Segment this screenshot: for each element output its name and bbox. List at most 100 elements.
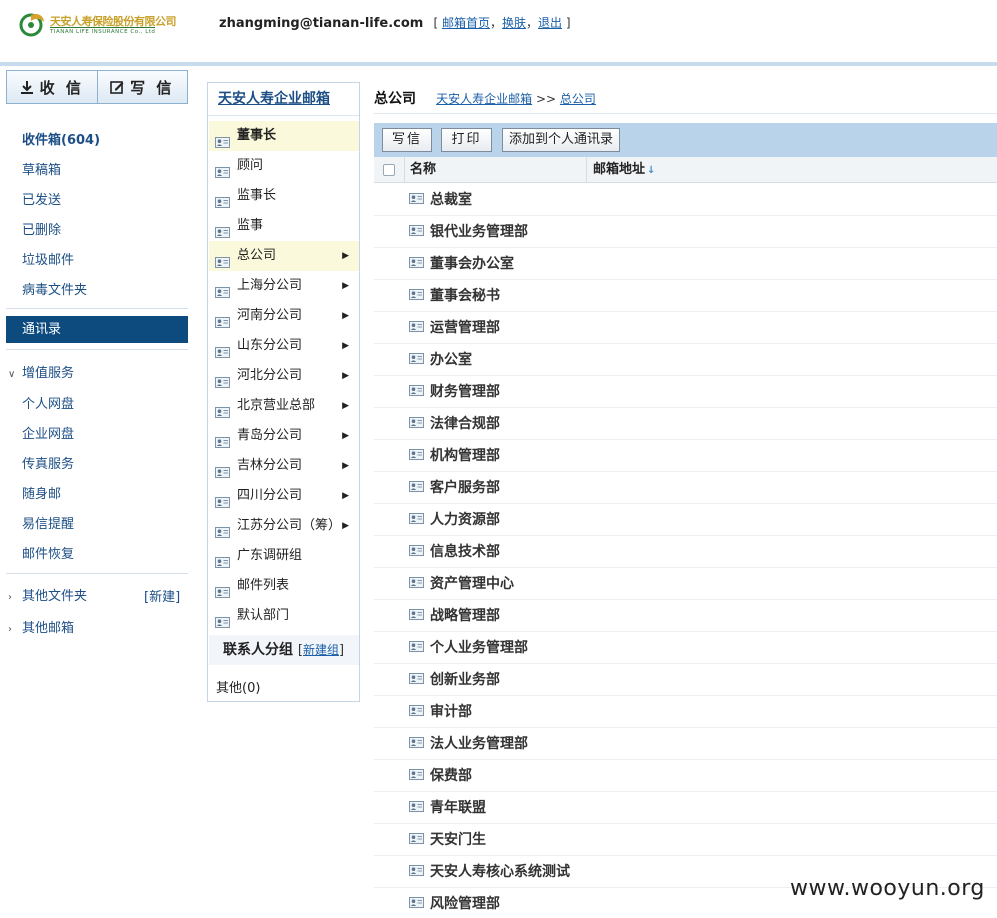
write-button[interactable]: 写信 bbox=[382, 128, 432, 152]
expand-arrow-icon[interactable]: ▶ bbox=[342, 451, 349, 481]
org-tree-item[interactable]: 邮件列表 bbox=[209, 571, 359, 601]
table-row[interactable]: 运营管理部 bbox=[374, 312, 997, 344]
new-group-link[interactable]: 新建组 bbox=[303, 643, 339, 657]
table-row[interactable]: 个人业务管理部 bbox=[374, 632, 997, 664]
service-fax[interactable]: 传真服务 bbox=[22, 453, 74, 472]
service-mobile-mail[interactable]: 随身邮 bbox=[22, 483, 61, 502]
group-other[interactable]: 其他(0) bbox=[216, 677, 260, 696]
print-button[interactable]: 打印 bbox=[441, 128, 492, 152]
service-enterprise-disk[interactable]: 企业网盘 bbox=[22, 423, 74, 442]
department-name[interactable]: 人力资源部 bbox=[430, 504, 500, 536]
company-logo[interactable]: 天安人寿保险股份有限公司 TIANAN LIFE INSURANCE Co., … bbox=[18, 10, 177, 38]
org-tree-item[interactable]: 广东调研组 bbox=[209, 541, 359, 571]
org-tree-item[interactable]: 上海分公司 ▶ bbox=[209, 271, 359, 301]
department-name[interactable]: 董事会办公室 bbox=[430, 248, 514, 280]
expand-arrow-icon[interactable]: ▶ bbox=[342, 511, 349, 541]
select-all-checkbox[interactable] bbox=[383, 164, 395, 176]
column-header-name[interactable]: 名称 bbox=[404, 157, 586, 183]
org-tree-item[interactable]: 默认部门 bbox=[209, 601, 359, 631]
table-row[interactable]: 青年联盟 bbox=[374, 792, 997, 824]
expand-arrow-icon[interactable]: ▶ bbox=[342, 271, 349, 301]
department-name[interactable]: 运营管理部 bbox=[430, 312, 500, 344]
value-added-toggle[interactable]: ∨ 增值服务 bbox=[8, 362, 74, 381]
department-name[interactable]: 青年联盟 bbox=[430, 792, 486, 824]
table-row[interactable]: 天安门生 bbox=[374, 824, 997, 856]
folder-deleted[interactable]: 已删除 bbox=[22, 219, 61, 238]
department-name[interactable]: 保费部 bbox=[430, 760, 472, 792]
department-name[interactable]: 法律合规部 bbox=[430, 408, 500, 440]
table-row[interactable]: 机构管理部 bbox=[374, 440, 997, 472]
department-name[interactable]: 总裁室 bbox=[430, 184, 472, 216]
table-row[interactable]: 审计部 bbox=[374, 696, 997, 728]
add-to-personal-contacts-button[interactable]: 添加到个人通讯录 bbox=[502, 128, 620, 152]
table-row[interactable]: 总裁室 bbox=[374, 184, 997, 216]
other-mailboxes-toggle[interactable]: › 其他邮箱 bbox=[8, 617, 74, 636]
table-row[interactable]: 董事会办公室 bbox=[374, 248, 997, 280]
service-mail-restore[interactable]: 邮件恢复 bbox=[22, 543, 74, 562]
org-tree-item[interactable]: 北京营业总部 ▶ bbox=[209, 391, 359, 421]
org-tree-item[interactable]: 四川分公司 ▶ bbox=[209, 481, 359, 511]
org-tree-item[interactable]: 江苏分公司（筹） ▶ bbox=[209, 511, 359, 541]
table-row[interactable]: 董事会秘书 bbox=[374, 280, 997, 312]
expand-arrow-icon[interactable]: ▶ bbox=[342, 301, 349, 331]
department-name[interactable]: 信息技术部 bbox=[430, 536, 500, 568]
breadcrumb-root-link[interactable]: 天安人寿企业邮箱 bbox=[436, 92, 532, 106]
folder-inbox[interactable]: 收件箱(604) bbox=[22, 129, 100, 148]
org-tree-item[interactable]: 监事 bbox=[209, 211, 359, 241]
folder-sent[interactable]: 已发送 bbox=[22, 189, 61, 208]
breadcrumb-current-link[interactable]: 总公司 bbox=[560, 92, 596, 106]
table-row[interactable]: 资产管理中心 bbox=[374, 568, 997, 600]
table-row[interactable]: 法人业务管理部 bbox=[374, 728, 997, 760]
org-tree-item[interactable]: 河北分公司 ▶ bbox=[209, 361, 359, 391]
link-mail-home[interactable]: 邮箱首页 bbox=[442, 16, 490, 30]
org-tree-item[interactable]: 山东分公司 ▶ bbox=[209, 331, 359, 361]
table-row[interactable]: 办公室 bbox=[374, 344, 997, 376]
table-row[interactable]: 财务管理部 bbox=[374, 376, 997, 408]
org-tree-item[interactable]: 总公司 ▶ bbox=[209, 241, 359, 271]
expand-arrow-icon[interactable]: ▶ bbox=[342, 421, 349, 451]
column-header-email[interactable]: 邮箱地址 ↓ bbox=[586, 157, 655, 183]
folder-virus[interactable]: 病毒文件夹 bbox=[22, 279, 87, 298]
org-tree-title[interactable]: 天安人寿企业邮箱 bbox=[208, 83, 359, 116]
department-name[interactable]: 创新业务部 bbox=[430, 664, 500, 696]
department-name[interactable]: 审计部 bbox=[430, 696, 472, 728]
new-folder-link[interactable]: [新建] bbox=[144, 586, 180, 605]
service-personal-disk[interactable]: 个人网盘 bbox=[22, 393, 74, 412]
expand-arrow-icon[interactable]: ▶ bbox=[342, 481, 349, 511]
link-logout[interactable]: 退出 bbox=[538, 16, 562, 30]
department-name[interactable]: 客户服务部 bbox=[430, 472, 500, 504]
department-name[interactable]: 法人业务管理部 bbox=[430, 728, 528, 760]
department-name[interactable]: 办公室 bbox=[430, 344, 472, 376]
table-row[interactable]: 客户服务部 bbox=[374, 472, 997, 504]
table-row[interactable]: 信息技术部 bbox=[374, 536, 997, 568]
expand-arrow-icon[interactable]: ▶ bbox=[342, 361, 349, 391]
org-tree-item[interactable]: 监事长 bbox=[209, 181, 359, 211]
org-tree-item[interactable]: 顾问 bbox=[209, 151, 359, 181]
table-row[interactable]: 保费部 bbox=[374, 760, 997, 792]
expand-arrow-icon[interactable]: ▶ bbox=[342, 241, 349, 271]
department-name[interactable]: 天安门生 bbox=[430, 824, 486, 856]
table-row[interactable]: 创新业务部 bbox=[374, 664, 997, 696]
expand-arrow-icon[interactable]: ▶ bbox=[342, 391, 349, 421]
org-tree-item[interactable]: 吉林分公司 ▶ bbox=[209, 451, 359, 481]
service-yixin-alert[interactable]: 易信提醒 bbox=[22, 513, 74, 532]
department-name[interactable]: 财务管理部 bbox=[430, 376, 500, 408]
other-folders-toggle[interactable]: › 其他文件夹 bbox=[8, 585, 87, 604]
folder-drafts[interactable]: 草稿箱 bbox=[22, 159, 61, 178]
nav-contacts[interactable]: 通讯录 bbox=[6, 316, 188, 343]
expand-arrow-icon[interactable]: ▶ bbox=[342, 331, 349, 361]
table-row[interactable]: 银代业务管理部 bbox=[374, 216, 997, 248]
department-name[interactable]: 个人业务管理部 bbox=[430, 632, 528, 664]
table-row[interactable]: 人力资源部 bbox=[374, 504, 997, 536]
org-tree-item[interactable]: 河南分公司 ▶ bbox=[209, 301, 359, 331]
department-name[interactable]: 资产管理中心 bbox=[430, 568, 514, 600]
department-name[interactable]: 机构管理部 bbox=[430, 440, 500, 472]
department-name[interactable]: 天安人寿核心系统测试 bbox=[430, 856, 570, 888]
department-name[interactable]: 风险管理部 bbox=[430, 888, 500, 918]
table-row[interactable]: 战略管理部 bbox=[374, 600, 997, 632]
link-change-skin[interactable]: 换肤 bbox=[502, 16, 526, 30]
folder-spam[interactable]: 垃圾邮件 bbox=[22, 249, 74, 268]
org-tree-item[interactable]: 青岛分公司 ▶ bbox=[209, 421, 359, 451]
department-name[interactable]: 银代业务管理部 bbox=[430, 216, 528, 248]
receive-button[interactable]: 收 信 bbox=[7, 71, 97, 103]
